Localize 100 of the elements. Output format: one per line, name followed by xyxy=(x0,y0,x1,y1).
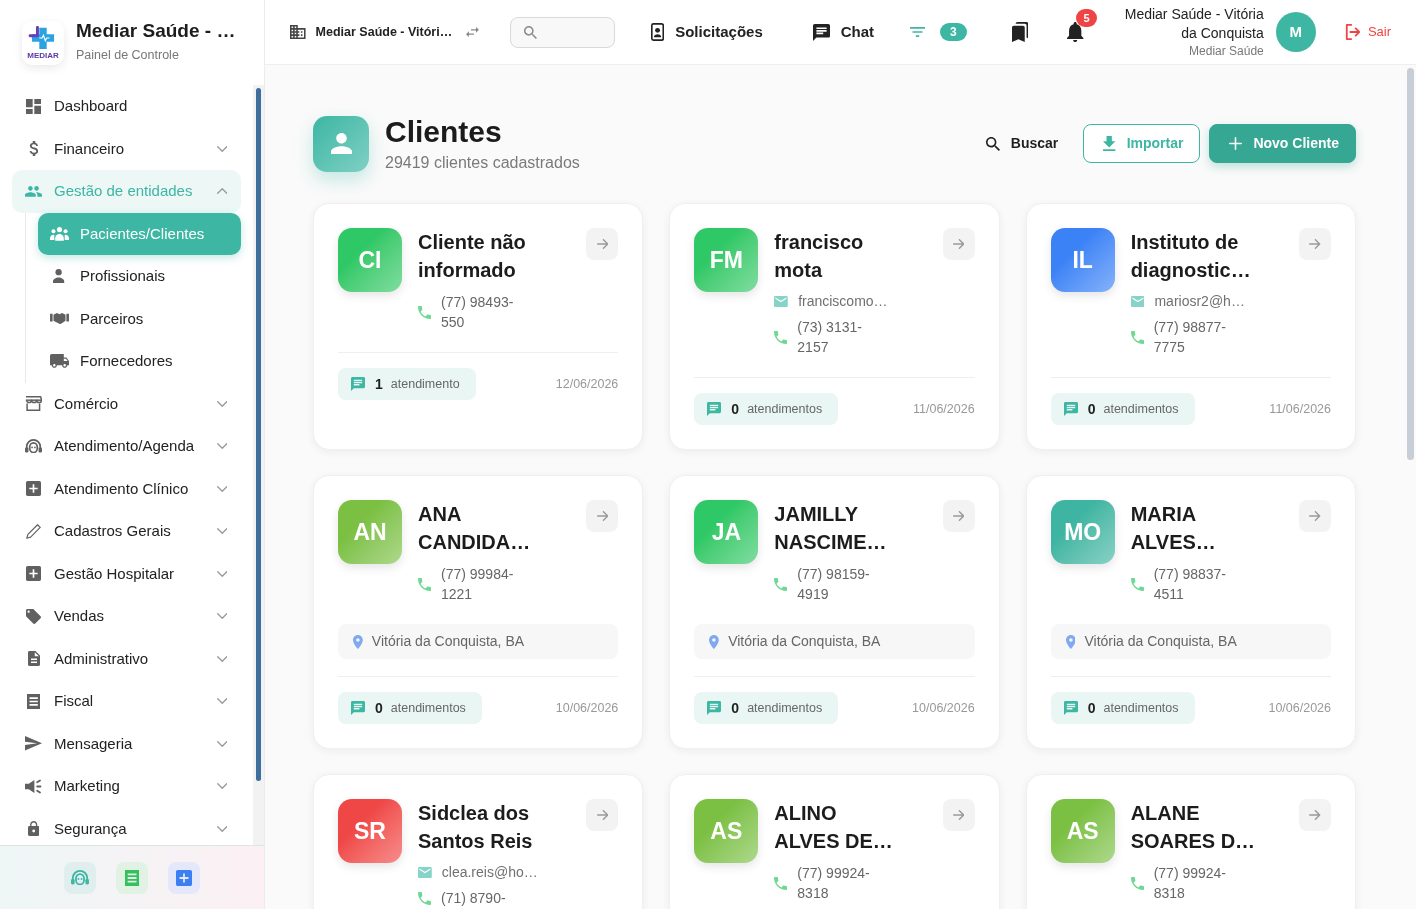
document-icon xyxy=(27,651,40,667)
open-button[interactable] xyxy=(942,228,975,260)
shortcut-button[interactable] xyxy=(116,861,148,894)
sidebar-item[interactable]: Comércio xyxy=(12,382,241,425)
shortcut-button[interactable] xyxy=(64,861,96,894)
open-button[interactable] xyxy=(942,500,975,532)
dashboard-icon xyxy=(26,98,41,114)
arrow-right-icon xyxy=(1309,239,1321,249)
headset-icon xyxy=(25,439,42,454)
id-card-icon xyxy=(651,23,665,41)
scrollbar-thumb[interactable] xyxy=(1407,68,1414,460)
arrow-right-icon xyxy=(596,511,608,521)
attendance-label: atendimentos xyxy=(1103,400,1179,418)
client-name: Cliente não informado xyxy=(418,230,527,283)
client-initials: JA xyxy=(694,500,759,564)
client-location: Vitória da Conquista, BA xyxy=(728,632,881,651)
search-field[interactable] xyxy=(510,16,616,48)
location-pin-icon xyxy=(353,634,363,649)
attendance-label: atendimentos xyxy=(747,699,823,717)
user-organization: Mediar Saúde xyxy=(1188,43,1264,59)
sidebar-item[interactable]: Financeiro xyxy=(12,127,241,170)
phone-icon xyxy=(1130,577,1144,591)
filter-icon[interactable] xyxy=(910,27,926,37)
attendance-label: atendimentos xyxy=(747,400,823,418)
swap-icon[interactable] xyxy=(466,27,480,37)
download-icon xyxy=(1103,136,1116,151)
bell-icon[interactable] xyxy=(1067,22,1084,42)
mail-icon xyxy=(774,295,789,307)
phone-icon xyxy=(774,577,788,591)
chat-icon xyxy=(351,701,365,715)
sidebar-item[interactable]: Gestão Hospitalar xyxy=(12,552,241,595)
attendance-count: 0 xyxy=(1087,399,1096,419)
logout-button[interactable]: Sair xyxy=(1344,22,1391,42)
sidebar-item[interactable]: Mensageria xyxy=(12,722,241,765)
chat-icon xyxy=(1063,701,1078,715)
sidebar-item[interactable]: Atendimento/Agenda xyxy=(12,425,241,468)
page-subtitle: 29419 clientes cadastrados xyxy=(385,153,580,173)
scrollbar-thumb[interactable] xyxy=(256,88,261,781)
open-button[interactable] xyxy=(586,500,619,532)
attendance-count: 0 xyxy=(1087,698,1096,718)
client-phone: (77) 98493-550 xyxy=(441,293,515,332)
search-icon xyxy=(524,25,538,39)
phone-icon xyxy=(1130,330,1144,344)
phone-icon xyxy=(774,876,788,890)
receipt-icon xyxy=(124,869,140,886)
shortcut-button[interactable] xyxy=(168,861,200,894)
client-initials: FM xyxy=(694,228,759,292)
chat-icon xyxy=(707,402,722,416)
sidebar-item[interactable]: Atendimento Clínico xyxy=(12,467,241,510)
brand-logo: MEDIAR xyxy=(22,20,64,65)
sidebar-item[interactable]: Cadastros Gerais xyxy=(12,510,241,553)
open-button[interactable] xyxy=(1299,228,1331,260)
truck-icon xyxy=(49,354,69,369)
sidebar-subitem[interactable]: Fornecedores xyxy=(38,340,241,383)
sidebar-item[interactable]: Segurança xyxy=(12,807,241,845)
sidebar-subitem[interactable]: Profissionais xyxy=(38,255,241,298)
sidebar-item[interactable]: Dashboard xyxy=(12,85,241,128)
open-button[interactable] xyxy=(586,228,619,260)
open-button[interactable] xyxy=(1299,500,1331,532)
arrow-right-icon xyxy=(596,239,608,249)
client-email: clea.reis@ho… xyxy=(441,863,538,881)
open-button[interactable] xyxy=(942,799,975,831)
client-location: Vitória da Conquista, BA xyxy=(1084,632,1237,651)
phone-icon xyxy=(774,330,788,344)
client-phone: (71) 8790- xyxy=(441,889,506,908)
mail-icon xyxy=(1130,295,1145,307)
sidebar-item[interactable]: Administrativo xyxy=(12,637,241,680)
bookmarks-icon[interactable] xyxy=(1011,22,1029,42)
open-button[interactable] xyxy=(586,799,619,831)
attendance-label: atendimento xyxy=(390,375,460,393)
client-date: 11/06/2026 xyxy=(913,400,975,418)
search-button[interactable]: Buscar xyxy=(985,124,1059,163)
unit-selector[interactable]: Mediar Saúde - Vitóri… xyxy=(290,22,453,42)
sidebar-item[interactable]: Vendas xyxy=(12,595,241,638)
phone-icon xyxy=(418,577,431,591)
chat-icon xyxy=(351,377,365,391)
client-date: 12/06/2026 xyxy=(555,375,619,393)
app-subtitle: Painel de Controle xyxy=(76,47,180,64)
sidebar-item[interactable]: Fiscal xyxy=(12,680,241,723)
megaphone-icon xyxy=(25,778,42,794)
person-icon xyxy=(313,115,369,172)
client-initials: AS xyxy=(1050,799,1115,863)
client-location: Vitória da Conquista, BA xyxy=(371,632,525,651)
sidebar-subitem[interactable]: Parceiros xyxy=(38,297,241,340)
sidebar-item[interactable]: Marketing xyxy=(12,765,241,808)
page-title: Clientes xyxy=(385,114,503,150)
phone-icon xyxy=(418,305,431,319)
open-button[interactable] xyxy=(1299,799,1331,831)
client-initials: IL xyxy=(1050,228,1115,292)
nav-link[interactable]: Chat xyxy=(812,20,875,44)
client-phone: (77) 99924-8318 xyxy=(797,864,871,903)
user-name: Mediar Saúde - Vitória da Conquista xyxy=(1123,5,1264,43)
client-phone: (73) 3131-2157 xyxy=(797,318,863,357)
nav-link[interactable]: Solicitações xyxy=(651,20,763,44)
client-phone: (77) 98877-7775 xyxy=(1153,318,1228,357)
count-badge: 3 xyxy=(940,23,967,41)
location-pin-icon xyxy=(709,634,720,649)
people-icon xyxy=(25,185,42,197)
group-icon xyxy=(49,226,69,241)
pencil-icon xyxy=(26,523,41,539)
